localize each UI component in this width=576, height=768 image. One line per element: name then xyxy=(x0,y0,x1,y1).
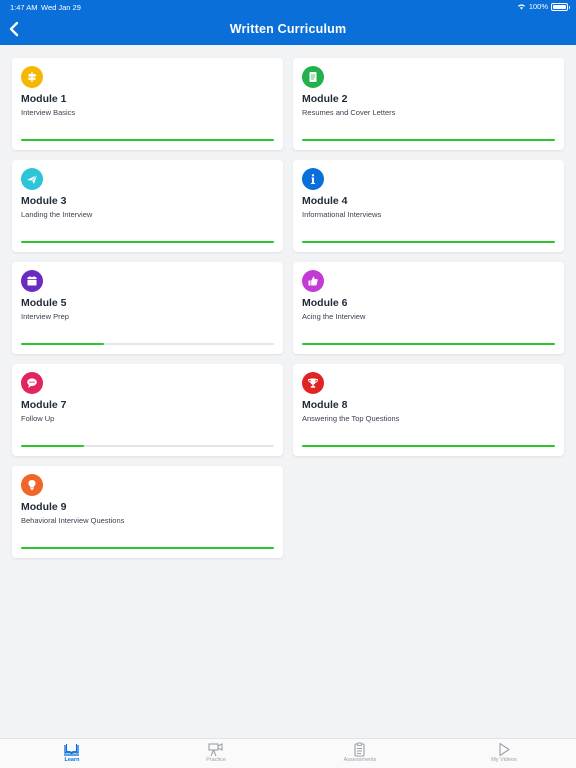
progress-track xyxy=(21,445,274,447)
module-card-9[interactable]: Module 9 Behavioral Interview Questions xyxy=(12,466,283,558)
calendar-icon xyxy=(21,270,43,292)
progress-track xyxy=(302,139,555,141)
thumbs-up-icon xyxy=(302,270,324,292)
airplane-icon xyxy=(21,168,43,190)
module-title: Module 2 xyxy=(302,93,348,105)
module-card-5[interactable]: Module 5 Interview Prep xyxy=(12,262,283,354)
module-title: Module 7 xyxy=(21,399,67,411)
module-card-7[interactable]: Module 7 Follow Up xyxy=(12,364,283,456)
battery-percent: 100% xyxy=(528,2,548,11)
module-description: Answering the Top Questions xyxy=(302,414,400,423)
module-title: Module 9 xyxy=(21,501,67,513)
progress-track xyxy=(21,343,274,345)
module-description: Interview Basics xyxy=(21,108,76,117)
wifi-icon xyxy=(517,4,525,10)
module-title: Module 3 xyxy=(21,195,67,207)
progress-track xyxy=(302,241,555,243)
info-icon xyxy=(302,168,324,190)
progress-bar xyxy=(21,547,274,549)
module-title: Module 8 xyxy=(302,399,348,411)
module-card-2[interactable]: Module 2 Resumes and Cover Letters xyxy=(293,58,564,150)
progress-bar xyxy=(21,445,85,447)
module-title: Module 6 xyxy=(302,297,348,309)
status-right: 100% xyxy=(517,2,570,11)
module-description: Interview Prep xyxy=(21,312,69,321)
module-card-4[interactable]: Module 4 Informational Interviews xyxy=(293,160,564,252)
module-title: Module 4 xyxy=(302,195,348,207)
camera-icon xyxy=(208,743,223,757)
progress-bar xyxy=(302,445,555,447)
progress-bar xyxy=(302,343,555,345)
module-description: Acing the Interview xyxy=(302,312,366,321)
module-card-1[interactable]: Module 1 Interview Basics xyxy=(12,58,283,150)
module-description: Resumes and Cover Letters xyxy=(302,108,396,117)
module-description: Informational Interviews xyxy=(302,210,382,219)
battery-icon xyxy=(551,2,570,11)
tab-learn[interactable]: Learn xyxy=(0,739,144,768)
progress-bar xyxy=(21,139,274,141)
tab-learn-label: Learn xyxy=(64,757,80,763)
status-date: Wed Jan 29 xyxy=(41,3,81,12)
nav-bar: Written Curriculum xyxy=(0,14,576,45)
clipboard-icon xyxy=(354,742,365,757)
progress-track xyxy=(21,241,274,243)
tab-my-videos[interactable]: My Videos xyxy=(432,739,576,768)
module-card-8[interactable]: Module 8 Answering the Top Questions xyxy=(293,364,564,456)
trophy-icon xyxy=(302,372,324,394)
signpost-icon xyxy=(21,66,43,88)
app-header: 1:47 AM Wed Jan 29 100% Written Curricul… xyxy=(0,0,576,45)
document-icon xyxy=(302,66,324,88)
speech-bubble-icon xyxy=(21,372,43,394)
lightbulb-icon xyxy=(21,474,43,496)
status-bar: 1:47 AM Wed Jan 29 100% xyxy=(0,0,576,14)
progress-track xyxy=(302,445,555,447)
tab-my-videos-label: My Videos xyxy=(491,757,517,763)
module-card-3[interactable]: Module 3 Landing the Interview xyxy=(12,160,283,252)
progress-bar xyxy=(21,343,105,345)
module-title: Module 5 xyxy=(21,297,67,309)
page-title: Written Curriculum xyxy=(229,22,347,36)
play-icon xyxy=(499,742,510,757)
module-description: Follow Up xyxy=(21,414,55,423)
progress-bar xyxy=(302,241,555,243)
progress-bar xyxy=(21,241,274,243)
tab-practice[interactable]: Practice xyxy=(144,739,288,768)
progress-track xyxy=(21,547,274,549)
tab-assessments[interactable]: Assessments xyxy=(288,739,432,768)
module-description: Behavioral Interview Questions xyxy=(21,516,125,525)
module-title: Module 1 xyxy=(21,93,67,105)
progress-track xyxy=(302,343,555,345)
book-icon xyxy=(64,744,79,756)
progress-track xyxy=(21,139,274,141)
tab-bar: Learn Practice Assessments My Videos xyxy=(0,738,576,768)
module-description: Landing the Interview xyxy=(21,210,93,219)
module-card-6[interactable]: Module 6 Acing the Interview xyxy=(293,262,564,354)
status-time: 1:47 AM xyxy=(10,3,38,12)
tab-practice-label: Practice xyxy=(206,757,226,763)
tab-assessments-label: Assessments xyxy=(343,757,377,763)
progress-bar xyxy=(302,139,555,141)
